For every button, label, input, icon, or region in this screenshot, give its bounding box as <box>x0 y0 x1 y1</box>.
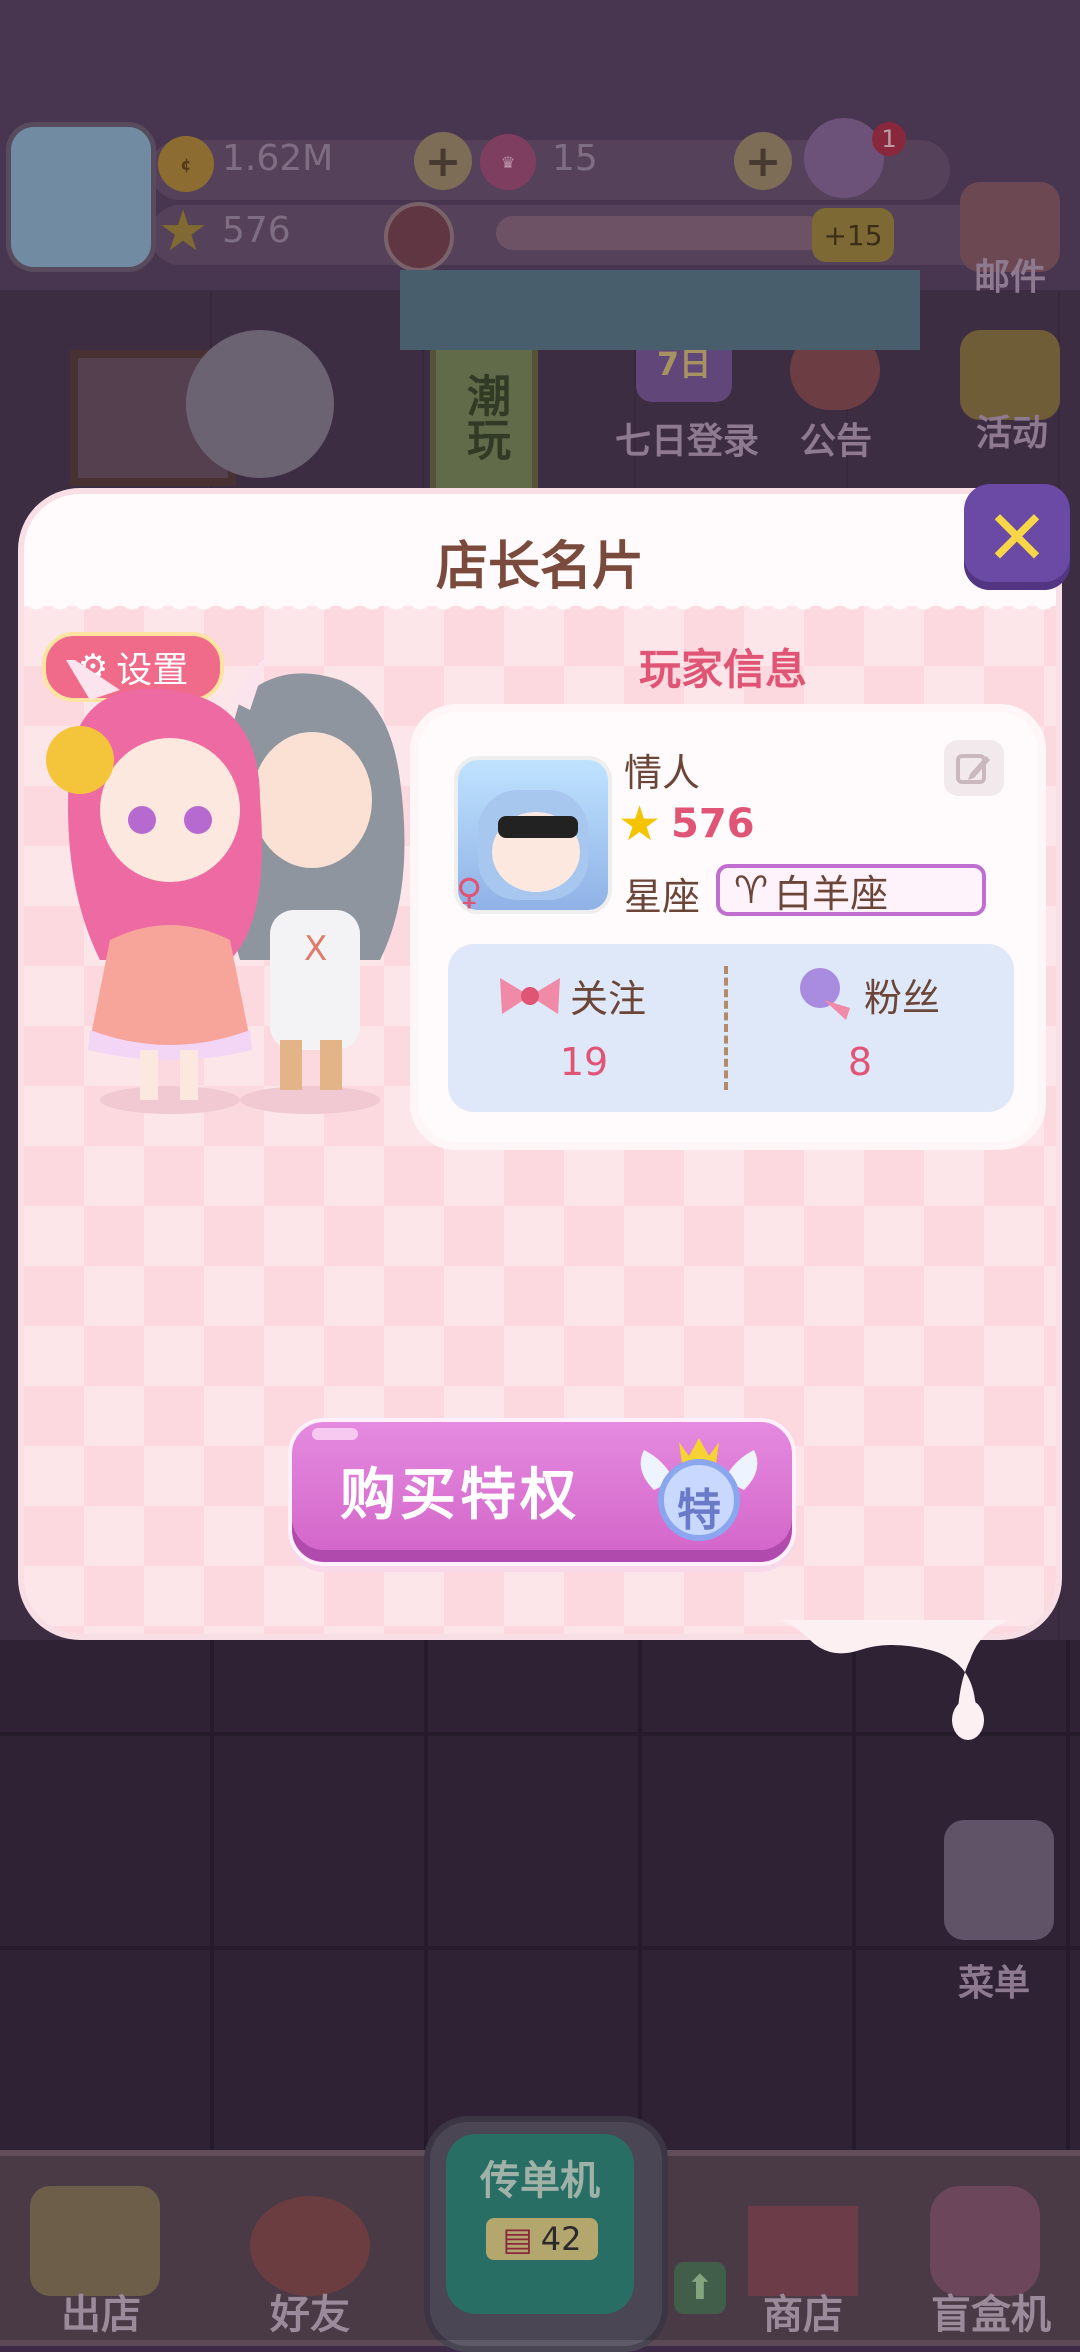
close-button[interactable]: ✕ <box>964 484 1070 590</box>
fans-stat[interactable]: 粉丝 <box>794 964 940 1024</box>
buy-privilege-label[interactable]: 购买特权 <box>340 1450 640 1531</box>
follow-label: 关注 <box>570 977 647 1021</box>
zodiac-value: 白羊座 <box>774 871 889 916</box>
button-shine <box>312 1428 358 1440</box>
stats-divider <box>724 966 728 1090</box>
edit-profile-button[interactable] <box>944 740 1004 796</box>
player-level: ★ 576 <box>618 800 755 848</box>
bow-icon <box>500 977 560 1014</box>
level-star-icon: ★ <box>618 796 662 852</box>
fans-count: 8 <box>847 1040 873 1084</box>
level-value: 576 <box>671 801 755 847</box>
characters-illustration: X <box>46 660 405 1114</box>
fans-label: 粉丝 <box>864 975 941 1020</box>
player-info-title: 玩家信息 <box>638 645 807 694</box>
player-name: 情人 <box>624 751 701 795</box>
zodiac-field: ♈ 白羊座 <box>716 864 986 916</box>
follow-count: 19 <box>559 1040 609 1084</box>
female-gender-icon: ♀ <box>456 872 483 913</box>
header-scallop <box>24 598 1056 618</box>
pencil-icon <box>956 754 990 784</box>
zodiac-label: 星座 <box>624 875 701 919</box>
svg-text:X: X <box>304 929 327 969</box>
follow-stat[interactable]: 关注 <box>496 968 646 1023</box>
fans-medal-icon <box>800 968 850 1020</box>
modal-title: 店长名片 <box>435 537 644 597</box>
drip-decoration <box>780 1620 1010 1740</box>
aries-icon: ♈ <box>734 868 769 912</box>
privilege-badge-text: 特 <box>677 1485 721 1536</box>
